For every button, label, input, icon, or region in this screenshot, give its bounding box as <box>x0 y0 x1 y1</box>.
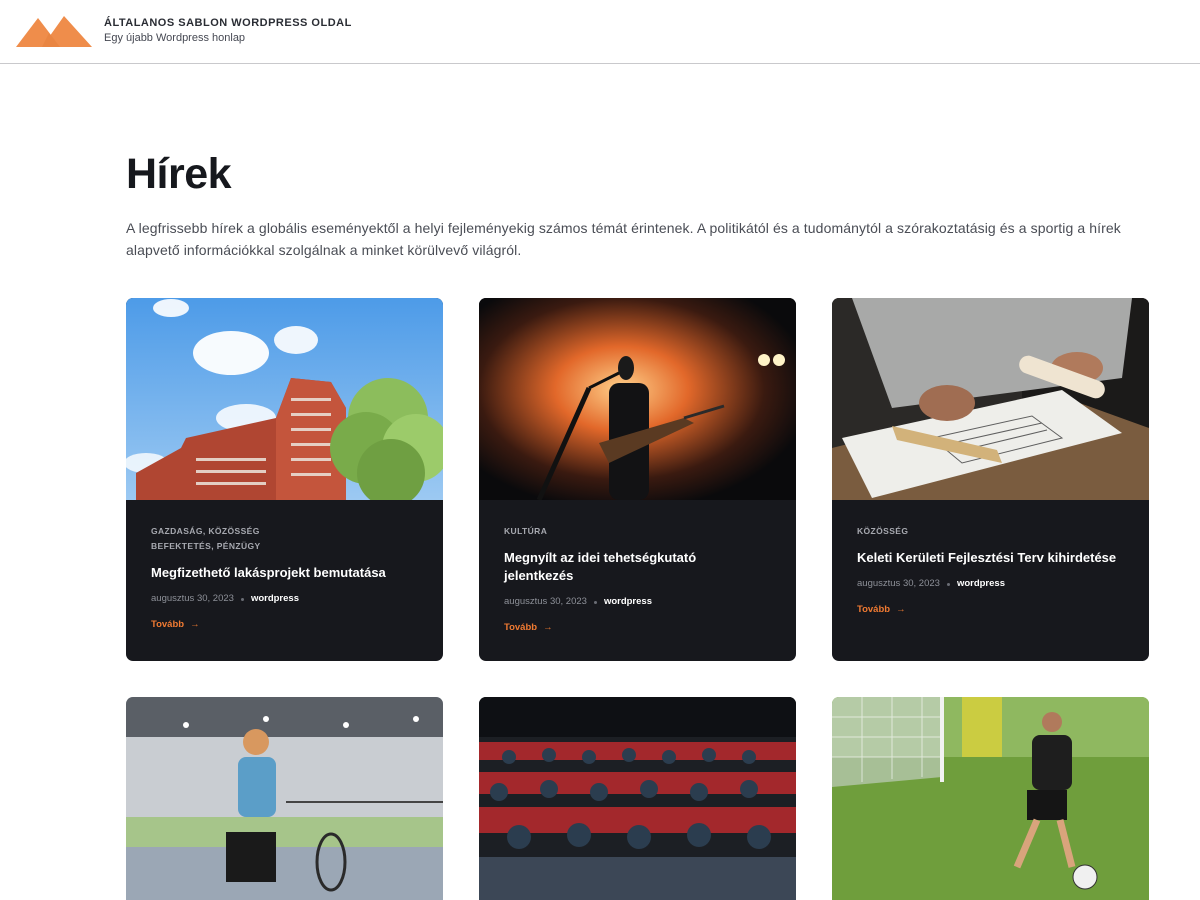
separator-dot <box>946 582 950 586</box>
post-title[interactable]: Keleti Kerületi Fejlesztési Terv kihirde… <box>857 549 1124 567</box>
read-more-link[interactable]: Tovább → <box>857 603 1124 617</box>
site-tagline: Egy újabb Wordpress honlap <box>104 32 246 44</box>
arrow-right-icon: → <box>896 604 906 615</box>
post-author[interactable]: wordpress <box>251 592 299 606</box>
post-card-body: KULTÚRA Megnyílt az idei tehetségkutató … <box>479 500 796 635</box>
page-intro: A legfrissebb hírek a globális események… <box>126 220 1121 258</box>
site-header: ÁLTALANOS SABLON WORDPRESS OLDAL Egy úja… <box>0 0 1200 64</box>
post-date: augusztus 30, 2023 <box>504 596 587 607</box>
arrow-right-icon: → <box>190 619 200 630</box>
post-card-partial[interactable] <box>832 697 1149 900</box>
post-card[interactable]: KULTÚRA Megnyílt az idei tehetségkutató … <box>479 298 796 661</box>
post-title[interactable]: Megnyílt az idei tehetségkutató jelentke… <box>504 549 724 585</box>
post-date: augusztus 30, 2023 <box>151 593 234 604</box>
read-more-label: Tovább <box>151 619 185 630</box>
post-categories[interactable]: GAZDASÁG, KÖZÖSSÉG BEFEKTETÉS, PÉNZÜGY <box>151 524 261 554</box>
page-title: Hírek <box>126 150 232 198</box>
post-card[interactable]: GAZDASÁG, KÖZÖSSÉG BEFEKTETÉS, PÉNZÜGY M… <box>126 298 443 661</box>
site-logo-icon[interactable] <box>16 15 94 47</box>
post-thumbnail-blueprint[interactable] <box>832 298 1149 500</box>
read-more-label: Tovább <box>857 604 891 615</box>
post-meta: augusztus 30, 2023 wordpress <box>857 577 1124 591</box>
post-card-partial[interactable] <box>479 697 796 900</box>
read-more-link[interactable]: Tovább → <box>504 621 771 635</box>
post-card[interactable]: KÖZÖSSÉG Keleti Kerületi Fejlesztési Ter… <box>832 298 1149 661</box>
post-categories[interactable]: KULTÚRA <box>504 524 771 539</box>
post-author[interactable]: wordpress <box>604 595 652 609</box>
post-thumbnail-concert[interactable] <box>479 298 796 500</box>
post-date: augusztus 30, 2023 <box>857 578 940 589</box>
post-author[interactable]: wordpress <box>957 577 1005 591</box>
post-thumbnail-football[interactable] <box>832 697 1149 900</box>
post-meta: augusztus 30, 2023 wordpress <box>151 592 418 606</box>
post-card-body: KÖZÖSSÉG Keleti Kerületi Fejlesztési Ter… <box>832 500 1149 617</box>
arrow-right-icon: → <box>543 622 553 633</box>
post-thumbnail-theatre[interactable] <box>479 697 796 900</box>
post-thumbnail-badminton[interactable] <box>126 697 443 900</box>
site-branding: ÁLTALANOS SABLON WORDPRESS OLDAL Egy úja… <box>104 16 352 45</box>
read-more-link[interactable]: Tovább → <box>151 618 418 632</box>
post-card-partial[interactable] <box>126 697 443 900</box>
separator-dot <box>593 600 597 604</box>
post-categories[interactable]: KÖZÖSSÉG <box>857 524 1124 539</box>
post-thumbnail-building[interactable] <box>126 298 443 500</box>
separator-dot <box>240 597 244 601</box>
post-meta: augusztus 30, 2023 wordpress <box>504 595 771 609</box>
site-title[interactable]: ÁLTALANOS SABLON WORDPRESS OLDAL <box>104 16 352 30</box>
read-more-label: Tovább <box>504 622 538 633</box>
post-card-body: GAZDASÁG, KÖZÖSSÉG BEFEKTETÉS, PÉNZÜGY M… <box>126 500 443 632</box>
post-title[interactable]: Megfizethető lakásprojekt bemutatása <box>151 564 418 582</box>
